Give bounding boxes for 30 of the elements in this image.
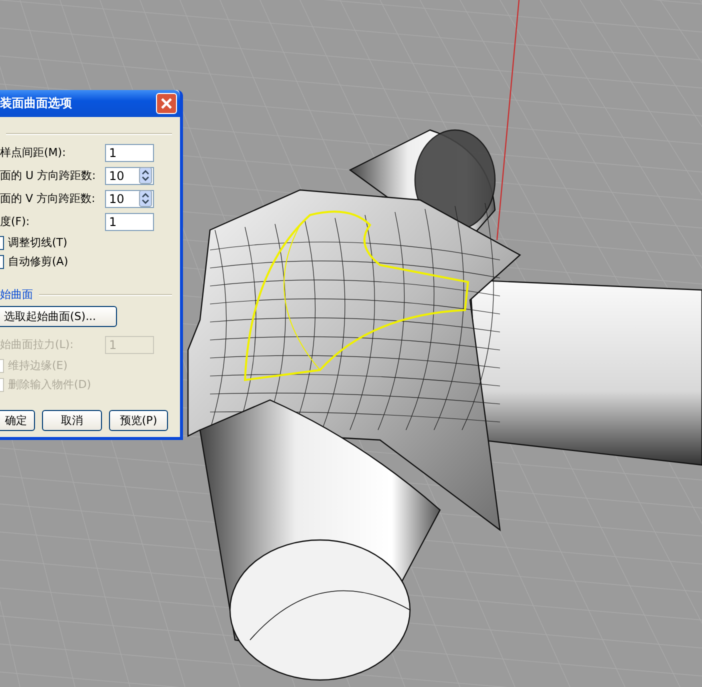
close-button[interactable] [156, 93, 177, 114]
field-label: 面的 U 方向跨距数: [0, 168, 96, 183]
field-value: 1 [109, 146, 117, 160]
field-label: 样点间距(M): [0, 145, 66, 160]
checkbox-label: 维持边缘(E) [8, 358, 68, 373]
field-value: 1 [109, 338, 117, 352]
close-icon [161, 98, 172, 109]
dialog-button[interactable]: 确定 [0, 410, 35, 431]
checkbox-label: 调整切线(T) [8, 235, 68, 250]
field-label: 面的 V 方向跨距数: [0, 191, 96, 206]
field-label: 度(F): [0, 214, 30, 229]
spin-field[interactable]: 10 [105, 190, 154, 208]
field-value: 10 [109, 192, 124, 206]
checkbox-label: 删除输入物件(D) [8, 377, 92, 392]
spinner-arrows-icon[interactable] [139, 167, 152, 184]
dialog-button[interactable]: 预览(P) [109, 410, 168, 431]
dialog-button[interactable]: 取消 [42, 410, 102, 431]
field-value: 10 [109, 168, 124, 182]
checkbox[interactable] [0, 236, 4, 250]
checkbox-label: 自动修剪(A) [8, 254, 68, 269]
field-label: 始曲面拉力(L): [0, 337, 74, 352]
select-surface-button[interactable]: 选取起始曲面(S)... [0, 306, 117, 327]
input-field[interactable]: 1 [105, 144, 154, 162]
spin-field[interactable]: 10 [105, 166, 154, 184]
window-title: 装面曲面选项 [0, 95, 72, 112]
spinner-arrows-icon[interactable] [139, 190, 152, 207]
group-label: 始曲面 [0, 287, 33, 302]
field-value: 1 [109, 214, 117, 228]
input-field[interactable]: 1 [105, 212, 154, 230]
checkbox[interactable] [0, 254, 4, 268]
